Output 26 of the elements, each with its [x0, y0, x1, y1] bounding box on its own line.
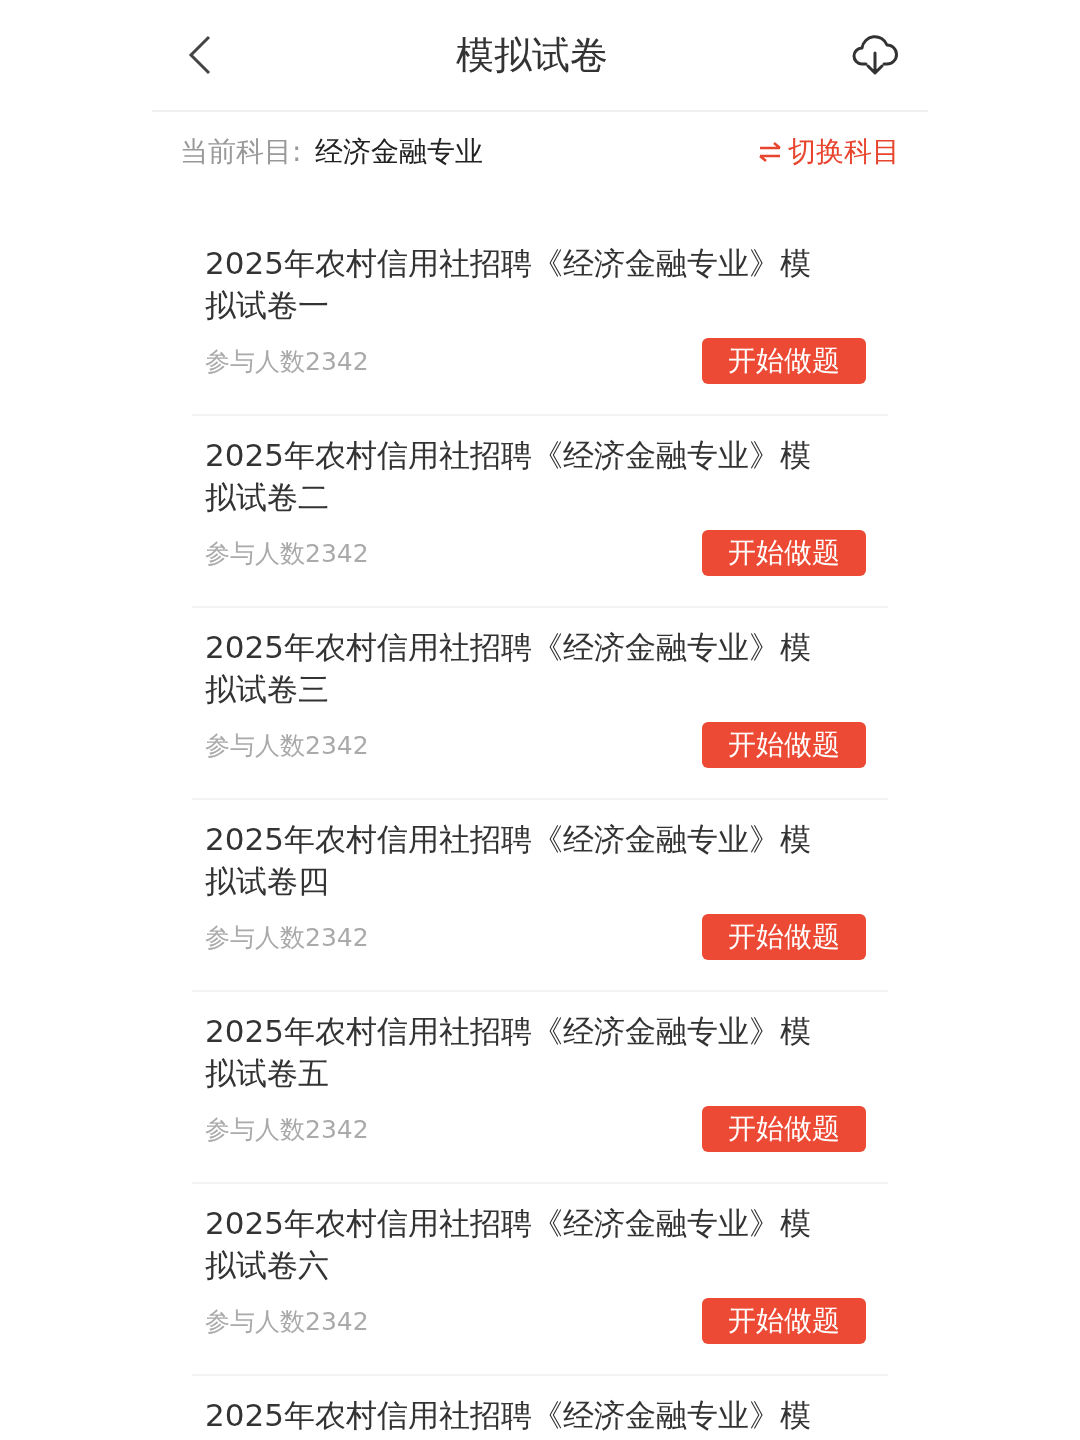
paper-title: 2025年农村信用社招聘《经济金融专业》模拟试卷四 [205, 820, 812, 901]
participant-count: 参与人数2342 [205, 537, 369, 570]
start-button[interactable]: 开始做题 [702, 530, 866, 576]
paper-title: 2025年农村信用社招聘《经济金融专业》模拟试卷一 [205, 244, 812, 325]
back-icon[interactable] [188, 35, 212, 75]
subject-value: 经济金融专业 [315, 134, 484, 170]
cloud-download-icon[interactable] [852, 34, 898, 76]
start-button[interactable]: 开始做题 [702, 338, 866, 384]
paper-title: 2025年农村信用社招聘《经济金融专业》模拟试卷六 [205, 1204, 812, 1285]
paper-title: 2025年农村信用社招聘《经济金融专业》模 [205, 1396, 812, 1435]
paper-title: 2025年农村信用社招聘《经济金融专业》模拟试卷五 [205, 1012, 812, 1093]
start-button[interactable]: 开始做题 [702, 722, 866, 768]
participant-count: 参与人数2342 [205, 345, 369, 378]
start-button[interactable]: 开始做题 [702, 1298, 866, 1344]
participant-count: 参与人数2342 [205, 921, 369, 954]
subject-label: 当前科目: [180, 134, 302, 170]
paper-title: 2025年农村信用社招聘《经济金融专业》模拟试卷三 [205, 628, 812, 709]
start-button[interactable]: 开始做题 [702, 914, 866, 960]
participant-count: 参与人数2342 [205, 1113, 369, 1146]
participant-count: 参与人数2342 [205, 729, 369, 762]
start-button[interactable]: 开始做题 [702, 1106, 866, 1152]
participant-count: 参与人数2342 [205, 1305, 369, 1338]
swap-arrows-icon[interactable] [758, 141, 782, 163]
page-title: 模拟试卷 [456, 31, 608, 79]
switch-subject-link[interactable]: 切换科目 [788, 133, 900, 171]
paper-title: 2025年农村信用社招聘《经济金融专业》模拟试卷二 [205, 436, 812, 517]
